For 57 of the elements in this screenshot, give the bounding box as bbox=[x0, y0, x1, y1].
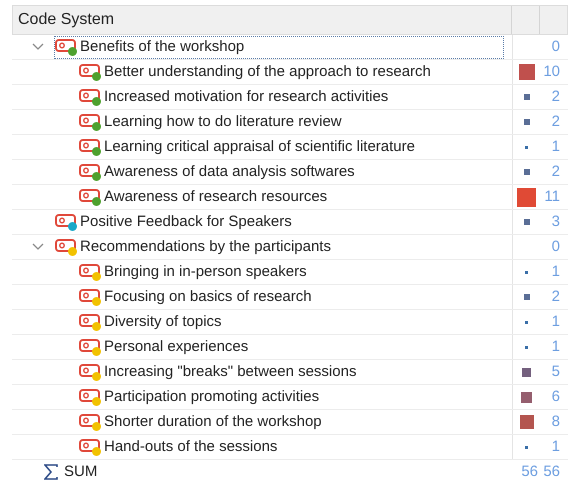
code-tag-icon bbox=[79, 314, 100, 326]
code-tag-icon bbox=[79, 138, 100, 152]
code-item[interactable]: Personal experiences bbox=[78, 336, 258, 358]
count-text: 6 bbox=[552, 386, 560, 407]
code-tag-icon bbox=[79, 188, 100, 202]
code-tag-icon bbox=[55, 38, 76, 52]
code-item[interactable]: Diversity of topics bbox=[78, 310, 231, 334]
count-text: 0 bbox=[552, 36, 560, 57]
count-text: 2 bbox=[552, 162, 560, 182]
count-text: 1 bbox=[552, 312, 560, 332]
code-item[interactable]: Better understanding of the approach to research bbox=[78, 60, 440, 84]
code-item[interactable]: Shorter duration of the workshop bbox=[78, 410, 331, 434]
code-tag-icon bbox=[79, 88, 100, 102]
code-tag-icon bbox=[79, 264, 100, 276]
count-text: 11 bbox=[544, 186, 560, 207]
code-item[interactable]: Awareness of data analysis softwares bbox=[78, 160, 364, 184]
code-item[interactable]: Increased motivation for research activities bbox=[78, 86, 398, 108]
count-text: 1 bbox=[552, 136, 560, 157]
chevron-down-icon[interactable] bbox=[32, 43, 44, 51]
count-text: 1 bbox=[552, 336, 560, 357]
count-text: 2 bbox=[552, 112, 560, 132]
count-text: 2 bbox=[552, 286, 560, 307]
chevron-down-icon[interactable] bbox=[32, 243, 44, 251]
code-item[interactable]: Awareness of research resources bbox=[78, 186, 336, 208]
count-text: 0 bbox=[552, 236, 560, 257]
code-tag-icon bbox=[79, 338, 100, 352]
count-text: 3 bbox=[552, 212, 560, 232]
count-text: 10 bbox=[543, 62, 560, 82]
code-item[interactable]: Positive Feedback for Speakers bbox=[54, 210, 301, 234]
code-item[interactable]: Hand-outs of the sessions bbox=[78, 436, 286, 458]
code-item[interactable]: Participation promoting activities bbox=[78, 386, 328, 408]
code-item[interactable]: Benefits of the workshop bbox=[54, 36, 504, 58]
code-item[interactable]: Learning critical appraisal of scientific literature bbox=[78, 136, 424, 158]
code-tag-icon bbox=[79, 364, 100, 376]
code-item[interactable]: Recommendations by the participants bbox=[54, 236, 340, 258]
count-text: 1 bbox=[552, 436, 560, 457]
count-text: 5 bbox=[552, 362, 560, 382]
code-tag-icon bbox=[55, 214, 76, 226]
code-item[interactable]: Learning how to do literature review bbox=[78, 110, 351, 134]
code-tag-icon bbox=[79, 438, 100, 452]
code-item[interactable]: Increasing "breaks" between sessions bbox=[78, 360, 366, 384]
count-text: 1 bbox=[552, 262, 560, 282]
code-tag-icon bbox=[79, 388, 100, 402]
code-tag-icon bbox=[79, 64, 100, 76]
sum-total: 56 bbox=[543, 462, 560, 481]
code-tag-icon bbox=[55, 238, 76, 252]
sigma-icon bbox=[44, 464, 58, 480]
code-tag-icon bbox=[79, 114, 100, 126]
code-tag-icon bbox=[79, 288, 100, 302]
code-item[interactable]: Focusing on basics of research bbox=[78, 286, 321, 308]
code-tag-icon bbox=[79, 164, 100, 176]
sum-total: 56 bbox=[521, 462, 538, 481]
count-text: 2 bbox=[552, 86, 560, 107]
code-tag-icon bbox=[79, 414, 100, 426]
code-item[interactable]: Bringing in in-person speakers bbox=[78, 260, 316, 284]
count-text: 8 bbox=[552, 412, 560, 432]
sum-label: SUM bbox=[64, 462, 98, 481]
